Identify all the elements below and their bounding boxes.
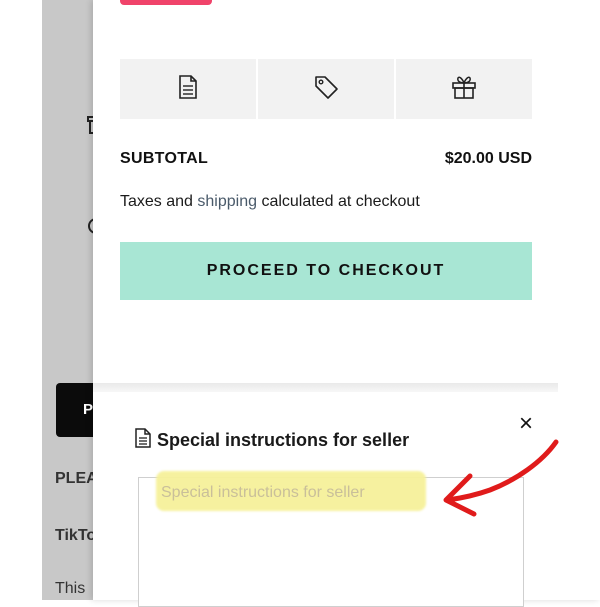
background-text-heading: PLEA [55,470,98,487]
pink-button[interactable] [120,0,212,5]
cart-tools-row [120,59,532,119]
checkout-button[interactable]: PROCEED TO CHECKOUT [120,242,532,300]
background-text-brand: TikTo [55,527,97,544]
tax-note-prefix: Taxes and [120,193,198,210]
tax-note: Taxes and shipping calculated at checkou… [120,193,420,211]
shipping-link[interactable]: shipping [197,193,257,210]
gift-tool[interactable] [396,59,532,119]
notes-placeholder: Special instructions for seller [161,484,365,501]
panel-title: Special instructions for seller [157,430,410,450]
tag-icon [313,74,339,105]
note-icon [135,428,151,453]
background-text-paragraph: This [55,580,86,597]
panel-header: Special instructions for seller [135,428,409,453]
gift-icon [451,75,477,104]
note-icon [178,74,198,104]
subtotal-label: SUBTOTAL [120,150,209,167]
tax-note-suffix: calculated at checkout [257,193,420,210]
annotation-arrow-icon [443,439,559,517]
order-note-tool[interactable] [120,59,258,119]
subtotal-value: $20.00 USD [444,150,532,167]
page-margin [0,0,42,600]
discount-tool[interactable] [258,59,396,119]
